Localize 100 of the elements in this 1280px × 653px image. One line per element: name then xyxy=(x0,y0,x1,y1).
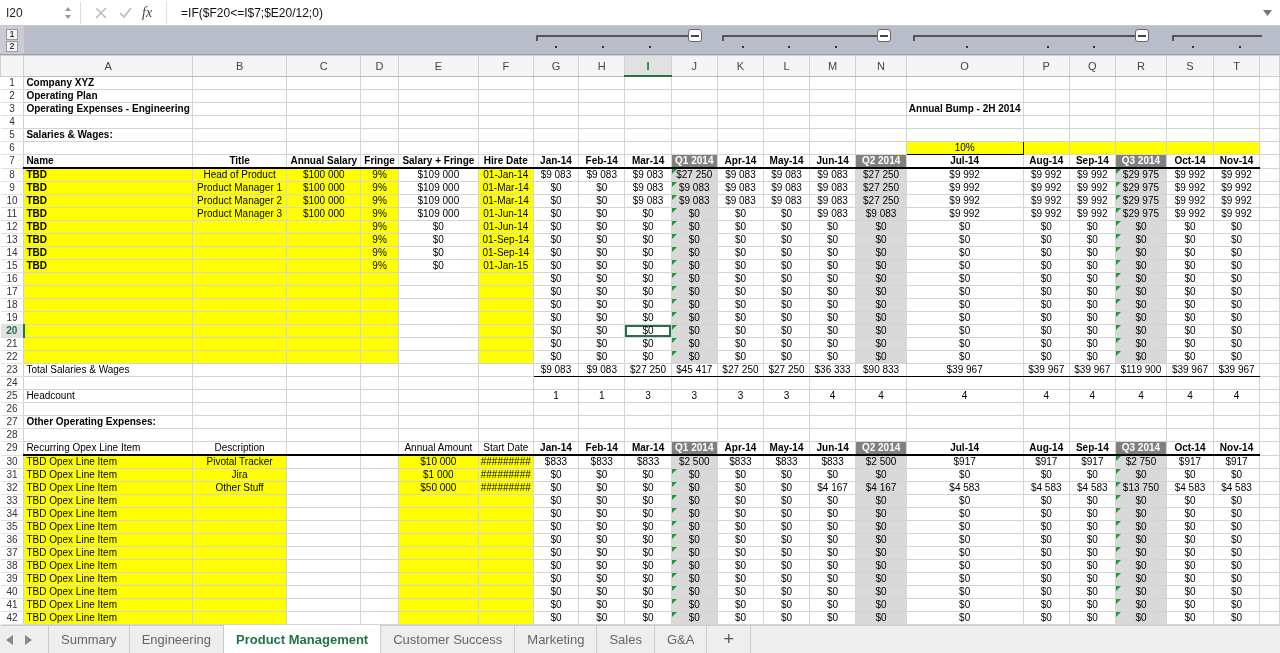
table-cell[interactable]: $0 xyxy=(578,233,625,247)
column-header[interactable]: R xyxy=(1115,55,1167,76)
table-cell[interactable]: $0 xyxy=(1069,220,1116,234)
table-cell[interactable]: $0 xyxy=(624,324,672,338)
table-cell[interactable]: $0 xyxy=(1213,220,1260,234)
table-cell[interactable]: 3 xyxy=(671,389,718,403)
table-cell[interactable]: $0 xyxy=(1023,494,1070,508)
table-cell[interactable]: $0 xyxy=(809,546,856,560)
name-box[interactable]: I20 xyxy=(0,5,64,20)
table-cell[interactable]: $0 xyxy=(1069,324,1116,338)
table-cell[interactable]: $0 xyxy=(809,520,856,534)
sheet-tab[interactable]: Product Management xyxy=(223,625,381,653)
table-cell[interactable]: $0 xyxy=(1069,546,1116,560)
table-cell[interactable]: $0 xyxy=(809,337,856,351)
table-cell[interactable]: $0 xyxy=(1069,533,1116,547)
table-cell[interactable]: Nov-14 xyxy=(1213,441,1260,455)
table-cell[interactable]: $36 333 xyxy=(809,363,856,377)
table-cell[interactable]: $0 xyxy=(763,233,810,247)
table-cell[interactable]: $0 xyxy=(809,246,856,260)
table-cell[interactable]: $0 xyxy=(717,546,764,560)
table-cell[interactable]: $0 xyxy=(624,533,672,547)
table-cell[interactable]: $0 xyxy=(763,559,810,573)
table-cell[interactable]: $0 xyxy=(763,311,810,325)
table-cell[interactable]: $109 000 xyxy=(398,207,479,221)
table-cell[interactable]: $0 xyxy=(1166,259,1214,273)
table-cell[interactable]: $0 xyxy=(906,337,1023,351)
table-cell[interactable]: $0 xyxy=(578,298,625,312)
table-cell[interactable]: $0 xyxy=(809,311,856,325)
table-cell[interactable]: $0 xyxy=(1213,350,1260,364)
table-cell[interactable]: $4 583 xyxy=(906,481,1023,495)
table-cell[interactable]: $0 xyxy=(763,585,810,599)
table-cell[interactable]: $0 xyxy=(1213,259,1260,273)
table-cell[interactable]: $0 xyxy=(624,598,672,612)
table-cell[interactable]: $0 xyxy=(1166,220,1214,234)
table-cell[interactable]: $0 xyxy=(1069,559,1116,573)
table-cell[interactable]: $0 xyxy=(717,533,764,547)
table-cell[interactable]: $0 xyxy=(398,220,479,234)
table-cell[interactable]: 4 xyxy=(1069,389,1116,403)
table-cell[interactable]: Oct-14 xyxy=(1166,154,1214,168)
table-cell[interactable]: $0 xyxy=(1166,311,1214,325)
table-cell[interactable]: $0 xyxy=(717,207,764,221)
table-cell[interactable]: $917 xyxy=(1023,455,1070,469)
table-cell[interactable]: $9 083 xyxy=(763,168,810,182)
table-cell[interactable]: $0 xyxy=(717,259,764,273)
table-cell[interactable]: $0 xyxy=(1166,246,1214,260)
table-cell[interactable]: $0 xyxy=(624,559,672,573)
table-cell[interactable]: $0 xyxy=(906,233,1023,247)
table-cell[interactable]: Jan-14 xyxy=(533,154,579,168)
table-cell[interactable]: $0 xyxy=(533,520,579,534)
column-header[interactable]: H xyxy=(578,55,625,76)
table-cell[interactable]: $0 xyxy=(624,350,672,364)
table-cell[interactable]: $0 xyxy=(717,559,764,573)
table-cell[interactable]: $0 xyxy=(1213,468,1260,482)
table-cell[interactable]: $0 xyxy=(763,298,810,312)
table-cell[interactable]: $0 xyxy=(1166,272,1214,286)
table-cell[interactable]: $0 xyxy=(1023,259,1070,273)
table-cell[interactable]: Nov-14 xyxy=(1213,154,1260,168)
table-cell[interactable]: $0 xyxy=(624,520,672,534)
table-cell[interactable]: $9 083 xyxy=(717,168,764,182)
collapse-button[interactable] xyxy=(876,29,891,43)
table-cell[interactable]: $0 xyxy=(763,259,810,273)
table-cell[interactable]: $0 xyxy=(578,311,625,325)
table-cell[interactable]: $0 xyxy=(809,298,856,312)
table-cell[interactable]: $0 xyxy=(1023,350,1070,364)
table-cell[interactable]: $0 xyxy=(763,468,810,482)
table-cell[interactable]: $0 xyxy=(1023,337,1070,351)
table-cell[interactable]: $0 xyxy=(809,611,856,625)
table-cell[interactable]: $9 992 xyxy=(1069,181,1116,195)
table-cell[interactable]: $0 xyxy=(1213,611,1260,625)
table-cell[interactable]: Apr-14 xyxy=(717,441,764,455)
table-cell[interactable]: $0 xyxy=(533,272,579,286)
table-cell[interactable]: $0 xyxy=(578,324,625,338)
table-cell[interactable]: $0 xyxy=(533,207,579,221)
table-cell[interactable]: $0 xyxy=(809,533,856,547)
table-cell[interactable]: $0 xyxy=(809,494,856,508)
table-cell[interactable]: $0 xyxy=(717,494,764,508)
table-cell[interactable]: $0 xyxy=(533,298,579,312)
table-cell[interactable]: $0 xyxy=(578,259,625,273)
table-cell[interactable]: $0 xyxy=(624,572,672,586)
table-cell[interactable]: Operating Expenses - Engineering xyxy=(23,102,193,116)
table-cell[interactable]: $0 xyxy=(906,298,1023,312)
table-cell[interactable]: $0 xyxy=(763,494,810,508)
table-cell[interactable]: $9 083 xyxy=(533,168,579,182)
column-header[interactable]: S xyxy=(1166,55,1214,76)
table-cell[interactable]: $0 xyxy=(578,585,625,599)
table-cell[interactable]: Other Operating Expenses: xyxy=(23,415,193,429)
table-cell[interactable]: $0 xyxy=(1213,507,1260,521)
table-cell[interactable]: $0 xyxy=(906,611,1023,625)
table-cell[interactable]: $0 xyxy=(1069,585,1116,599)
table-cell[interactable]: $0 xyxy=(578,559,625,573)
table-cell[interactable]: $0 xyxy=(1023,507,1070,521)
table-cell[interactable]: $9 083 xyxy=(763,194,810,208)
table-cell[interactable]: $833 xyxy=(717,455,764,469)
table-cell[interactable]: $0 xyxy=(1069,311,1116,325)
table-cell[interactable]: $0 xyxy=(533,220,579,234)
table-cell[interactable]: $0 xyxy=(1069,272,1116,286)
table-cell[interactable]: Operating Plan xyxy=(23,89,193,103)
table-cell[interactable]: $0 xyxy=(1023,572,1070,586)
table-cell[interactable]: $0 xyxy=(578,520,625,534)
table-cell[interactable]: $917 xyxy=(1213,455,1260,469)
